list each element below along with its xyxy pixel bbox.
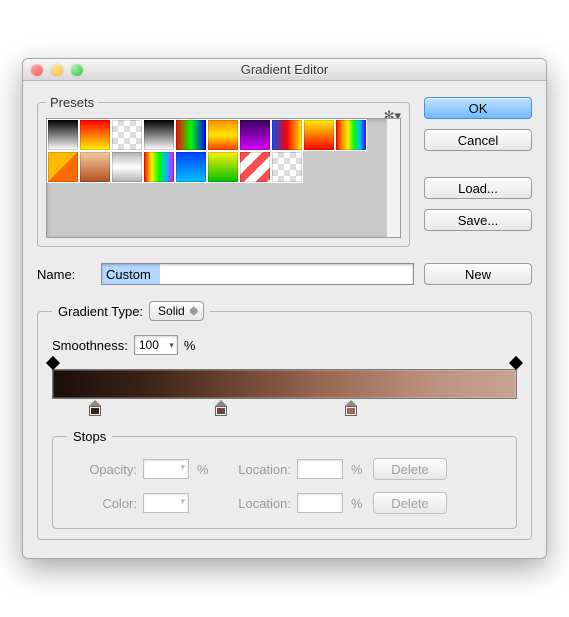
titlebar: Gradient Editor bbox=[23, 59, 546, 81]
zoom-icon[interactable] bbox=[71, 64, 83, 76]
preset-swatch[interactable] bbox=[271, 119, 303, 151]
preset-swatch[interactable] bbox=[111, 151, 143, 183]
gradient-editor-window: Gradient Editor Presets ✻▾ OK Cancel Loa… bbox=[22, 58, 547, 559]
color-stop[interactable] bbox=[215, 400, 227, 416]
color-label: Color: bbox=[67, 496, 137, 511]
preset-swatch[interactable] bbox=[239, 151, 271, 183]
preset-swatch[interactable] bbox=[47, 119, 79, 151]
gradient-type-group: Gradient Type: Solid Smoothness: 100 % S… bbox=[37, 301, 532, 540]
preset-swatch[interactable] bbox=[79, 151, 111, 183]
smoothness-label: Smoothness: bbox=[52, 338, 128, 353]
opacity-input[interactable] bbox=[143, 459, 189, 479]
scrollbar[interactable] bbox=[386, 119, 400, 237]
gradient-bar[interactable] bbox=[52, 369, 517, 399]
color-location-input[interactable] bbox=[297, 493, 343, 513]
presets-legend: Presets bbox=[46, 95, 98, 110]
stops-legend: Stops bbox=[67, 429, 112, 444]
window-controls bbox=[23, 64, 83, 76]
smoothness-unit: % bbox=[184, 338, 196, 353]
name-label: Name: bbox=[37, 267, 91, 282]
new-button[interactable]: New bbox=[424, 263, 532, 285]
close-icon[interactable] bbox=[31, 64, 43, 76]
opacity-unit: % bbox=[197, 462, 213, 477]
gradient-type-label: Gradient Type: bbox=[58, 304, 143, 319]
color-location-label: Location: bbox=[219, 496, 291, 511]
color-location-unit: % bbox=[351, 496, 367, 511]
preset-swatch[interactable] bbox=[175, 119, 207, 151]
save-button[interactable]: Save... bbox=[424, 209, 532, 231]
minimize-icon[interactable] bbox=[51, 64, 63, 76]
preset-swatch[interactable] bbox=[143, 151, 175, 183]
gradient-editor[interactable] bbox=[52, 369, 517, 399]
opacity-stop[interactable] bbox=[511, 358, 521, 368]
preset-swatch[interactable] bbox=[207, 151, 239, 183]
delete-opacity-stop-button[interactable]: Delete bbox=[373, 458, 447, 480]
opacity-location-input[interactable] bbox=[297, 459, 343, 479]
ok-button[interactable]: OK bbox=[424, 97, 532, 119]
delete-color-stop-button[interactable]: Delete bbox=[373, 492, 447, 514]
window-title: Gradient Editor bbox=[23, 62, 546, 77]
cancel-button[interactable]: Cancel bbox=[424, 129, 532, 151]
preset-swatch[interactable] bbox=[47, 151, 79, 183]
preset-swatch[interactable] bbox=[239, 119, 271, 151]
preset-swatch[interactable] bbox=[207, 119, 239, 151]
preset-swatch[interactable] bbox=[111, 119, 143, 151]
preset-swatch[interactable] bbox=[79, 119, 111, 151]
preset-swatch[interactable] bbox=[271, 151, 303, 183]
presets-group: Presets ✻▾ bbox=[37, 95, 410, 247]
opacity-label: Opacity: bbox=[67, 462, 137, 477]
smoothness-input[interactable]: 100 bbox=[134, 335, 178, 355]
load-button[interactable]: Load... bbox=[424, 177, 532, 199]
opacity-location-unit: % bbox=[351, 462, 367, 477]
opacity-location-label: Location: bbox=[219, 462, 291, 477]
color-stop[interactable] bbox=[89, 400, 101, 416]
preset-swatch[interactable] bbox=[303, 119, 335, 151]
color-input[interactable] bbox=[143, 493, 189, 513]
preset-swatch[interactable] bbox=[335, 119, 367, 151]
stops-group: Stops Opacity: % Location: % Delete Colo… bbox=[52, 429, 517, 529]
name-input[interactable] bbox=[101, 263, 414, 285]
opacity-stop[interactable] bbox=[48, 358, 58, 368]
gradient-type-select[interactable]: Solid bbox=[149, 301, 204, 321]
color-stop[interactable] bbox=[345, 400, 357, 416]
preset-swatch[interactable] bbox=[175, 151, 207, 183]
preset-swatch[interactable] bbox=[143, 119, 175, 151]
presets-list[interactable] bbox=[46, 118, 401, 238]
